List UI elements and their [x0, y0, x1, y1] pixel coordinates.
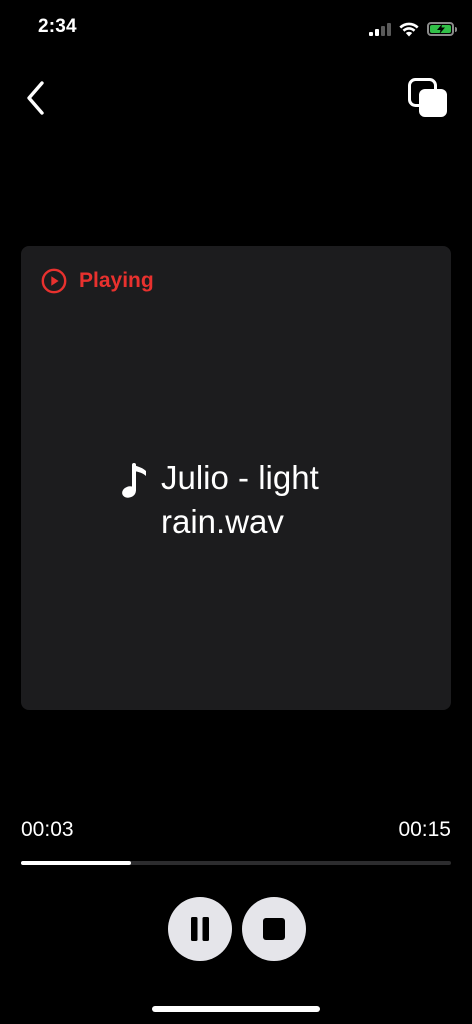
music-note-icon: [122, 463, 146, 498]
copy-button[interactable]: [404, 74, 452, 122]
cellular-signal-icon: [369, 22, 391, 36]
charging-bolt-icon: [436, 24, 445, 34]
home-indicator[interactable]: [152, 1006, 320, 1012]
status-icons: [369, 18, 457, 40]
pause-icon: [191, 917, 209, 941]
stop-button[interactable]: [242, 897, 306, 961]
status-time: 2:34: [38, 16, 77, 37]
back-button[interactable]: [16, 74, 56, 122]
playback-controls: [168, 897, 306, 961]
track-name: Julio - light rain.wav: [121, 456, 361, 544]
stop-icon: [263, 918, 285, 940]
play-circle-icon: [41, 268, 67, 294]
player-card: Playing Julio - light rain.wav: [21, 246, 451, 710]
elapsed-time: 00:03: [21, 818, 74, 841]
playback-status-label: Playing: [79, 269, 154, 292]
playback-status: Playing: [41, 268, 154, 294]
battery-icon: [427, 22, 457, 36]
progress-fill: [21, 861, 131, 865]
copy-icon: [408, 78, 447, 117]
status-bar: 2:34: [0, 0, 472, 56]
chevron-left-icon: [27, 81, 44, 115]
total-time: 00:15: [398, 818, 451, 841]
pause-button[interactable]: [168, 897, 232, 961]
progress-bar[interactable]: [21, 861, 451, 865]
wifi-icon: [399, 22, 419, 36]
track-title: Julio - light rain.wav: [161, 459, 319, 540]
